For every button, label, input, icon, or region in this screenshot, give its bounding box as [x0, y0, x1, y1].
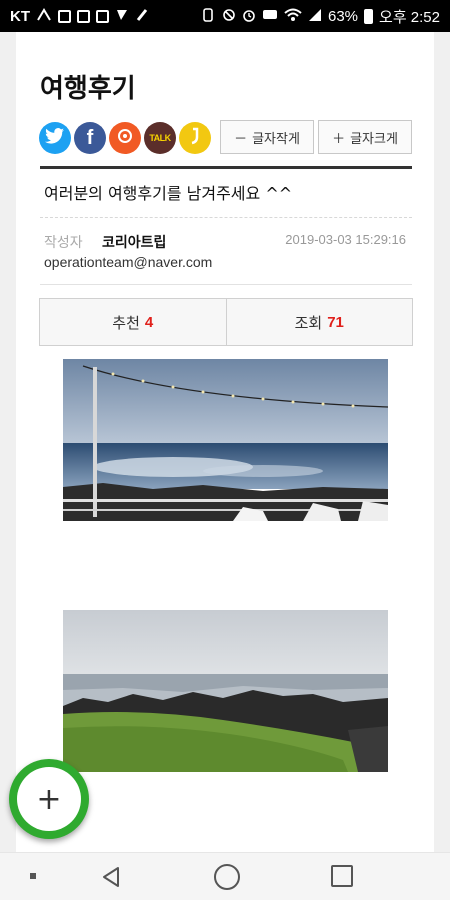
- carrier-signal-icon: [36, 8, 52, 24]
- back-icon[interactable]: [98, 864, 124, 890]
- carrier-label: KT: [10, 7, 30, 25]
- recommend-button[interactable]: 추천 4: [40, 299, 226, 345]
- wifi-icon: [284, 8, 302, 24]
- font-smaller-button[interactable]: － 글자작게: [220, 120, 314, 154]
- twitter-icon: [45, 127, 65, 150]
- views-count: 71: [327, 313, 344, 331]
- plus-icon: ＋: [332, 131, 346, 147]
- battery-icon: [364, 8, 374, 24]
- post-title-divider: [40, 217, 412, 218]
- views-stat: 조회 71: [225, 299, 413, 345]
- system-navigation-bar: [0, 852, 450, 900]
- band-icon: [188, 127, 202, 150]
- title-divider: [40, 166, 412, 169]
- post-title: 여러분의 여행후기를 남겨주세요 ^^: [44, 184, 293, 203]
- mute-icon: [222, 8, 236, 24]
- share-facebook-button[interactable]: f: [74, 122, 106, 154]
- status-bar: KT 63% 오후 2:52: [0, 0, 450, 32]
- kakaotalk-icon-label: TALK: [149, 133, 171, 143]
- add-icon: +: [17, 767, 81, 831]
- share-kakaotalk-button[interactable]: TALK: [144, 122, 176, 154]
- share-twitter-button[interactable]: [39, 122, 71, 154]
- app-notification-icon: [115, 8, 129, 24]
- recommend-count: 4: [144, 313, 154, 331]
- meta-divider: [40, 284, 412, 285]
- alarm-icon: [242, 8, 256, 24]
- minus-icon: －: [234, 131, 248, 147]
- font-larger-label: 글자크게: [350, 131, 398, 147]
- kakaostory-icon: [116, 127, 134, 150]
- recommend-label: 추천: [112, 313, 140, 332]
- font-smaller-label: 글자작게: [252, 131, 300, 147]
- mail-icon: [96, 9, 109, 23]
- author-name: 코리아트립: [102, 235, 167, 251]
- app-notification-icon: [135, 8, 149, 24]
- vibrate-icon: [200, 8, 216, 24]
- views-label: 조회: [294, 313, 323, 332]
- facebook-notification-icon: [77, 9, 90, 23]
- content-card: 여행후기 f TALK － 글자작게 ＋ 글자크게 여러분의 여행후기를 남겨주…: [16, 32, 434, 852]
- recent-apps-icon[interactable]: [331, 865, 353, 887]
- share-band-button[interactable]: [179, 122, 211, 154]
- page-title: 여행후기: [40, 74, 136, 104]
- facebook-icon: f: [86, 126, 94, 149]
- author-label: 작성자: [44, 235, 83, 251]
- home-icon[interactable]: [214, 864, 240, 890]
- signal-icon: [308, 8, 322, 24]
- nav-indicator-icon: [30, 873, 36, 879]
- battery-percent: 63%: [328, 7, 359, 25]
- stats-bar: 추천 4 조회 71: [39, 298, 413, 346]
- seaside-terrace-photo[interactable]: [63, 359, 388, 521]
- font-larger-button[interactable]: ＋ 글자크게: [318, 120, 412, 154]
- add-fab-button[interactable]: +: [9, 759, 89, 839]
- share-kakaostory-button[interactable]: [109, 122, 141, 154]
- facebook-notification-icon: [58, 9, 71, 23]
- clock: 오후 2:52: [379, 8, 440, 26]
- rocky-coast-grass-photo[interactable]: [63, 610, 388, 772]
- author-email: operationteam@naver.com: [44, 254, 213, 270]
- message-icon: [262, 8, 278, 24]
- post-date: 2019-03-03 15:29:16: [285, 232, 406, 247]
